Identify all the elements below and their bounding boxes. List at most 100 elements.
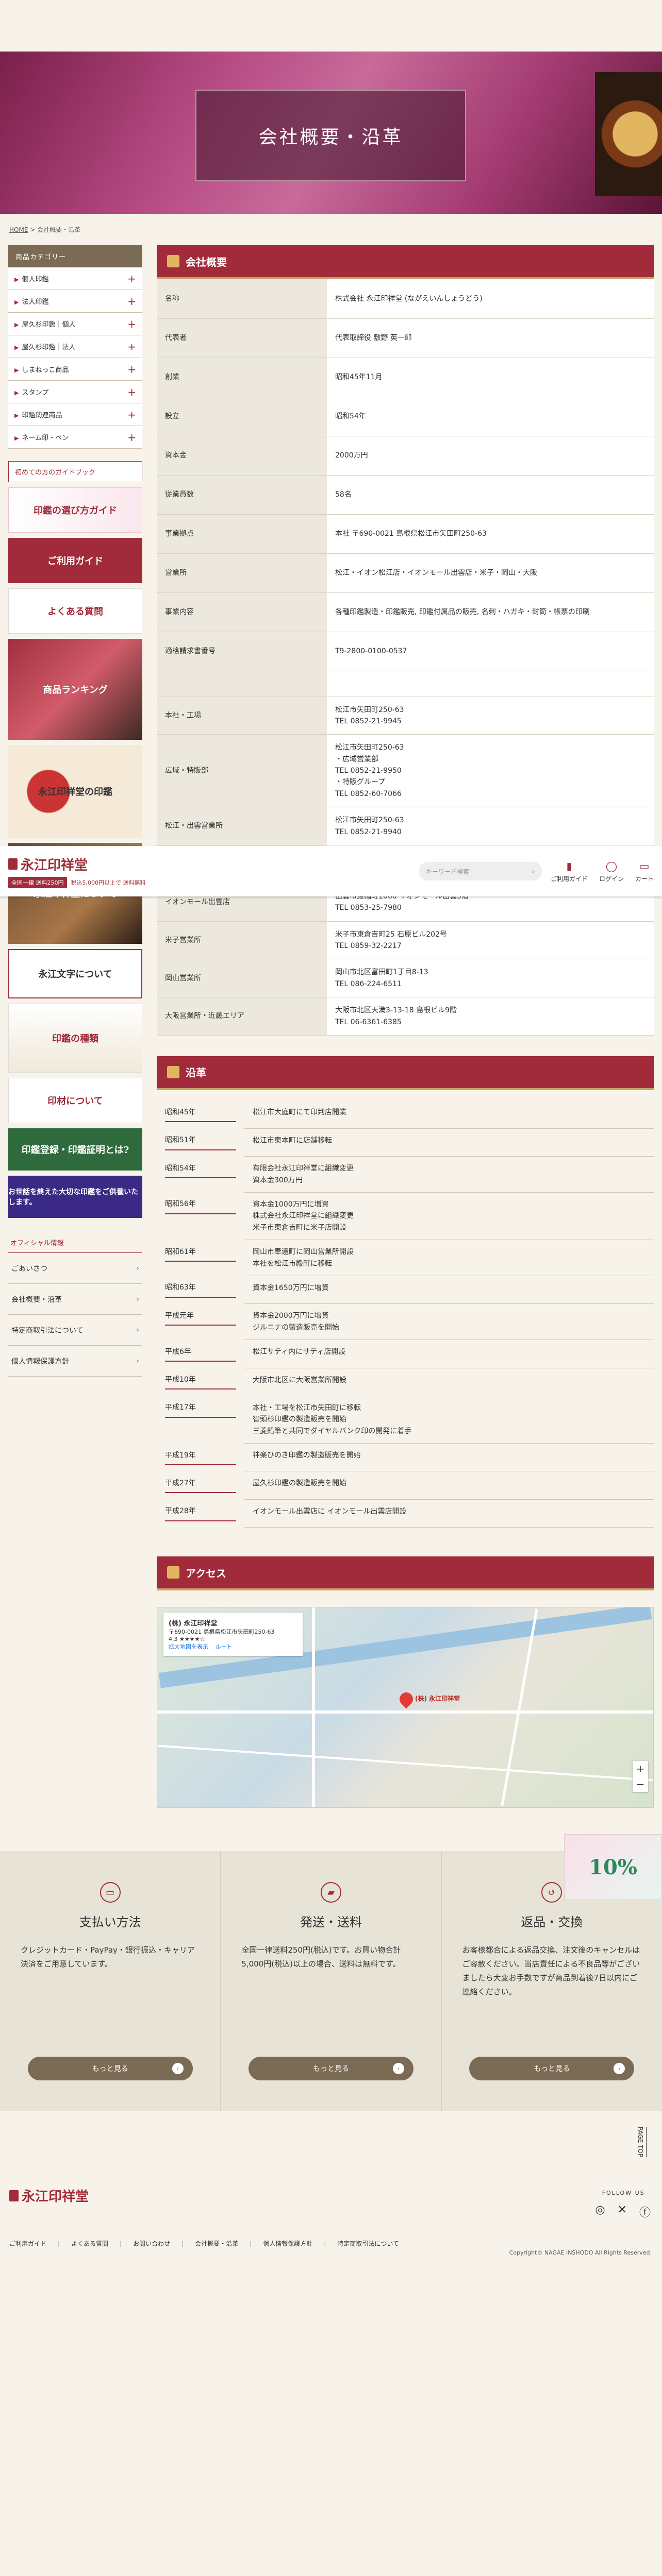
company-row-value: 本社 〒690-0021 島根県松江市矢田町250-63	[327, 514, 654, 554]
map-pin-icon[interactable]	[396, 1689, 416, 1709]
category-item[interactable]: ▶ 屋久杉印鑑｜個人 +	[8, 313, 142, 335]
history-event: 岡山市奉還町に岡山営業所開設 本社を松江市殿町に移転	[244, 1240, 654, 1276]
plus-icon[interactable]: +	[127, 318, 136, 330]
company-row: 大阪営業所・近畿エリア 大阪市北区天満3-13-18 島根ビル9階 TEL 06-…	[157, 997, 654, 1036]
memorial-banner[interactable]: お世話を終えた大切な印鑑をご供養いたします。	[8, 1176, 142, 1218]
info-link[interactable]: 個人情報保護方針 ›	[8, 1346, 142, 1377]
footer-link[interactable]: 個人情報保護方針	[250, 2239, 312, 2248]
seal-types-banner[interactable]: 印鑑の種類	[8, 1004, 142, 1073]
google-map[interactable]: (株) 永江印祥堂 〒690-0021 島根県松江市矢田町250-63 4.3 …	[157, 1607, 654, 1808]
instagram-icon[interactable]: ◎	[595, 2204, 606, 2220]
info-link[interactable]: ごあいさつ ›	[8, 1253, 142, 1284]
nagae-font-banner[interactable]: 永江文字について	[8, 949, 142, 998]
company-row-label: 資本金	[157, 436, 327, 476]
footer-link[interactable]: 会社概要・沿革	[181, 2239, 238, 2248]
company-row-value: 2000万円	[327, 436, 654, 476]
follow-us: FOLLOW US ◎ ✕ ⓕ	[595, 2190, 652, 2220]
company-row-value: 大阪市北区天満3-13-18 島根ビル9階 TEL 06-6361-6385	[327, 997, 654, 1036]
chevron-right-icon: ▶	[14, 412, 19, 419]
plus-icon[interactable]: +	[127, 341, 136, 353]
plus-icon[interactable]: +	[127, 386, 136, 398]
footer-link[interactable]: 特定商取引法について	[324, 2239, 399, 2248]
zoom-in-icon[interactable]: +	[636, 1762, 645, 1775]
login-button[interactable]: ◯ ログイン	[599, 860, 624, 883]
footer-link[interactable]: よくある質問	[58, 2239, 108, 2248]
cart-button[interactable]: ▭ カート	[635, 860, 654, 883]
history-year: 平成28年	[165, 1505, 236, 1521]
guide-button[interactable]: ▮ ご利用ガイド	[551, 860, 588, 883]
history-event: 資本金2000万円に増資 ジルニナの製造販売を開始	[244, 1303, 654, 1341]
x-twitter-icon[interactable]: ✕	[618, 2204, 628, 2220]
plus-icon[interactable]: +	[127, 431, 136, 444]
info-link[interactable]: 会社概要・沿革 ›	[8, 1284, 142, 1315]
category-item[interactable]: ▶ しまねっこ商品 +	[8, 358, 142, 381]
shipping-more-button[interactable]: もっと見る ›	[248, 2057, 413, 2081]
registration-banner[interactable]: 印鑑登録・印鑑証明とは?	[8, 1128, 142, 1171]
zoom-out-icon[interactable]: −	[636, 1778, 645, 1790]
page-top-link[interactable]: PAGE TOP	[637, 2127, 647, 2158]
company-row: 営業所 松江・イオン松江店・イオンモール出雲店・米子・岡山・大阪	[157, 553, 654, 593]
nagae-seal-banner[interactable]: 永江印祥堂の印鑑	[8, 745, 142, 838]
category-item[interactable]: ▶ 印鑑関連商品 +	[8, 403, 142, 426]
page-title: 会社概要・沿革	[258, 127, 403, 148]
returns-more-button[interactable]: もっと見る ›	[469, 2057, 635, 2081]
company-row-label: 従業員数	[157, 475, 327, 515]
ranking-banner[interactable]: 商品ランキング	[8, 639, 142, 740]
seal-guide-banner[interactable]: 印鑑の選び方ガイド	[8, 487, 142, 533]
breadcrumb-home-link[interactable]: HOME	[9, 226, 28, 233]
category-item[interactable]: ▶ 法人印鑑 +	[8, 290, 142, 313]
company-row-value: T9-2800-0100-0537	[327, 632, 654, 671]
company-row-label: 米子営業所	[157, 921, 327, 960]
facebook-icon[interactable]: ⓕ	[639, 2204, 652, 2220]
info-link[interactable]: 特定商取引法について ›	[8, 1315, 142, 1346]
footer-logo[interactable]: 永江印祥堂	[9, 2186, 89, 2205]
company-row	[157, 671, 654, 697]
site-logo[interactable]: 永江印祥堂	[8, 855, 146, 874]
coupon-banner[interactable]: 10%	[564, 1834, 662, 1900]
history-year: 昭和56年	[165, 1198, 236, 1214]
history-event: 松江市東本町に店舗移転	[244, 1128, 654, 1157]
category-item[interactable]: ▶ 個人印鑑 +	[8, 267, 142, 290]
search-icon[interactable]: ⌕	[532, 868, 535, 875]
material-banner[interactable]: 印材について	[8, 1078, 142, 1123]
chevron-right-icon: ▶	[14, 344, 19, 351]
chevron-right-icon: ›	[136, 1326, 139, 1334]
footer-link[interactable]: お問い合わせ	[120, 2239, 170, 2248]
map-larger-link[interactable]: 拡大地図を表示	[169, 1643, 208, 1650]
plus-icon[interactable]: +	[127, 363, 136, 376]
user-guide-banner[interactable]: ご利用ガイド	[8, 538, 142, 583]
payment-more-button[interactable]: もっと見る ›	[27, 2057, 193, 2081]
chevron-right-icon: ▶	[14, 367, 19, 374]
search-input[interactable]: キーワード検索 ⌕	[418, 862, 542, 880]
company-row: 米子営業所 米子市東倉吉町25 石原ビル202号 TEL 0859-32-2217	[157, 921, 654, 960]
faq-banner[interactable]: よくある質問	[8, 588, 142, 634]
arrow-right-icon: ›	[172, 2063, 184, 2075]
footer: PAGE TOP 永江印祥堂 FOLLOW US ◎ ✕ ⓕ ご利用ガイド よく…	[0, 2111, 662, 2313]
history-row: 昭和61年 岡山市奉還町に岡山営業所開設 本社を松江市殿町に移転	[157, 1240, 654, 1276]
map-zoom-control[interactable]: + −	[633, 1761, 648, 1792]
company-row: 岡山営業所 岡山市北区富田町1丁目8-13 TEL 086-224-6511	[157, 959, 654, 998]
plus-icon[interactable]: +	[127, 409, 136, 421]
category-item[interactable]: ▶ ネーム印・ペン +	[8, 426, 142, 449]
plus-icon[interactable]: +	[127, 273, 136, 285]
category-heading: 商品カテゴリー	[8, 245, 142, 267]
footer-link[interactable]: ご利用ガイド	[9, 2239, 46, 2248]
user-icon: ◯	[605, 859, 618, 872]
category-item[interactable]: ▶ 屋久杉印鑑｜法人 +	[8, 335, 142, 358]
chevron-right-icon: ›	[136, 1357, 139, 1365]
history-event: 神楽ひのき印鑑の製造販売を開始	[244, 1443, 654, 1472]
history-event: 松江市大庭町にて印判店開業	[244, 1100, 654, 1129]
breadcrumb-current: 会社概要・沿革	[37, 226, 81, 233]
company-row: 創業 昭和45年11月	[157, 358, 654, 397]
history-row: 平成10年 大阪市北区に大阪営業所開設	[157, 1368, 654, 1396]
company-row-label: 事業内容	[157, 592, 327, 632]
book-icon: ▮	[566, 859, 572, 872]
plus-icon[interactable]: +	[127, 295, 136, 308]
copyright: Copyright© NAGAE INSHODO All Rights Rese…	[509, 2249, 652, 2257]
chevron-right-icon: ▶	[14, 276, 19, 283]
category-item[interactable]: ▶ スタンプ +	[8, 381, 142, 403]
seal-icon	[167, 1065, 179, 1078]
map-route-link[interactable]: ルート	[216, 1643, 233, 1650]
company-row-value: 松江市矢田町250-63 TEL 0852-21-9945	[327, 697, 654, 735]
company-row-label: 設立	[157, 397, 327, 436]
